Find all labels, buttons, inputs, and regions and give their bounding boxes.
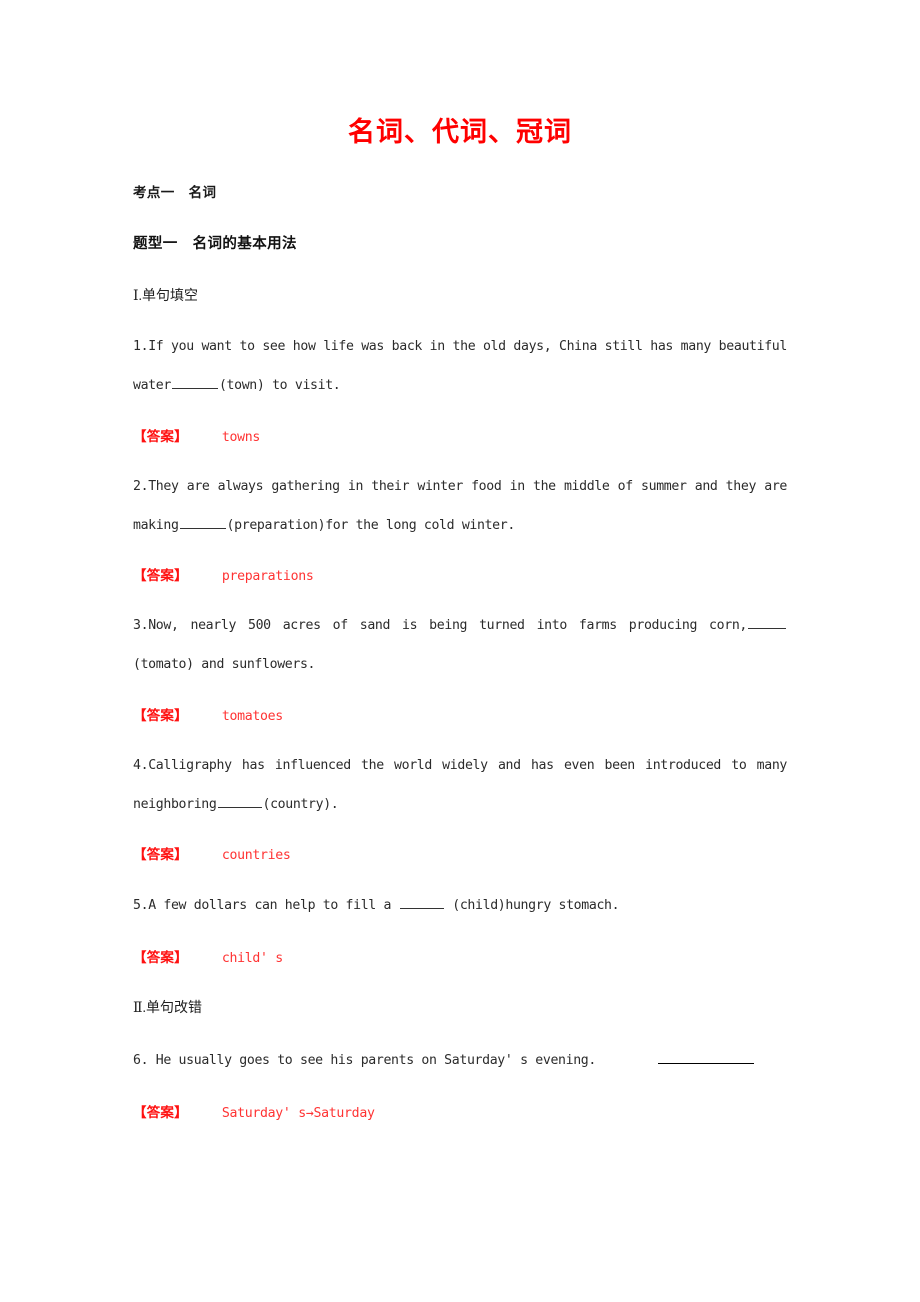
question-text-b: (tomato) and sunflowers. [133,657,316,672]
subheading-error-correction: Ⅱ.单句改错 [133,1001,203,1016]
answer-value: preparations [221,569,314,584]
question-number: 3. [133,618,149,633]
question-text-a: A few dollars can help to fill a [148,898,392,913]
question-text-a: Now, nearly 500 acres of sand is being t… [148,618,747,633]
answer-label: 【答案】 [133,708,188,724]
question-item: 1.If you want to see how life was back i… [133,327,787,405]
question-item: 4.Calligraphy has influenced the world w… [133,746,787,824]
question-text-b: (town) to visit. [218,378,341,393]
answer-value: Saturday' s→Saturday [221,1106,375,1121]
answer-blank[interactable] [399,895,444,909]
answer-row: 【答案】 preparations [133,565,314,588]
question-number: 2. [133,479,149,494]
answer-label: 【答案】 [133,950,188,966]
answer-label: 【答案】 [133,429,188,445]
answer-value: countries [221,848,291,863]
question-number: 4. [133,758,149,773]
answer-blank[interactable] [748,615,786,629]
answer-row: 【答案】 child' s [133,947,283,970]
page-title: 名词、代词、冠词 [348,117,572,148]
document-page: 名词、代词、冠词 考点一 名词 题型一 名词的基本用法 Ⅰ.单句填空 1.If … [0,0,920,1302]
answer-value: tomatoes [221,709,283,724]
answer-blank[interactable] [217,794,262,808]
answer-row: 【答案】 countries [133,844,291,867]
question-item: 2.They are always gathering in their win… [133,467,787,545]
question-number: 6. [133,1053,149,1068]
correction-answer-blank[interactable] [657,1051,754,1064]
answer-label: 【答案】 [133,847,188,863]
answer-blank[interactable] [171,375,218,389]
answer-value: child' s [221,951,283,966]
answer-row: 【答案】 tomatoes [133,705,283,728]
answer-row: 【答案】 Saturday' s→Saturday [133,1102,375,1125]
question-number: 5. [133,898,149,913]
question-text-b: (country). [262,797,339,812]
answer-blank[interactable] [179,515,226,529]
answer-label: 【答案】 [133,1105,188,1121]
answer-label: 【答案】 [133,568,188,584]
subheading-fill-in-blank: Ⅰ.单句填空 [133,289,199,304]
section-heading-tixing: 题型一 名词的基本用法 [133,236,297,252]
question-item: 6. He usually goes to see his parents on… [133,1041,787,1080]
question-number: 1. [133,339,149,354]
question-item: 3.Now, nearly 500 acres of sand is being… [133,606,787,684]
answer-row: 【答案】 towns [133,426,260,449]
question-text-a: He usually goes to see his parents on Sa… [155,1053,597,1068]
section-heading-kaodian: 考点一 名词 [133,185,217,201]
question-item: 5.A few dollars can help to fill a (chil… [133,886,787,925]
question-text-b: (child)hungry stomach. [452,898,620,913]
question-text-b: (preparation)for the long cold winter. [226,518,516,533]
answer-value: towns [221,430,261,445]
